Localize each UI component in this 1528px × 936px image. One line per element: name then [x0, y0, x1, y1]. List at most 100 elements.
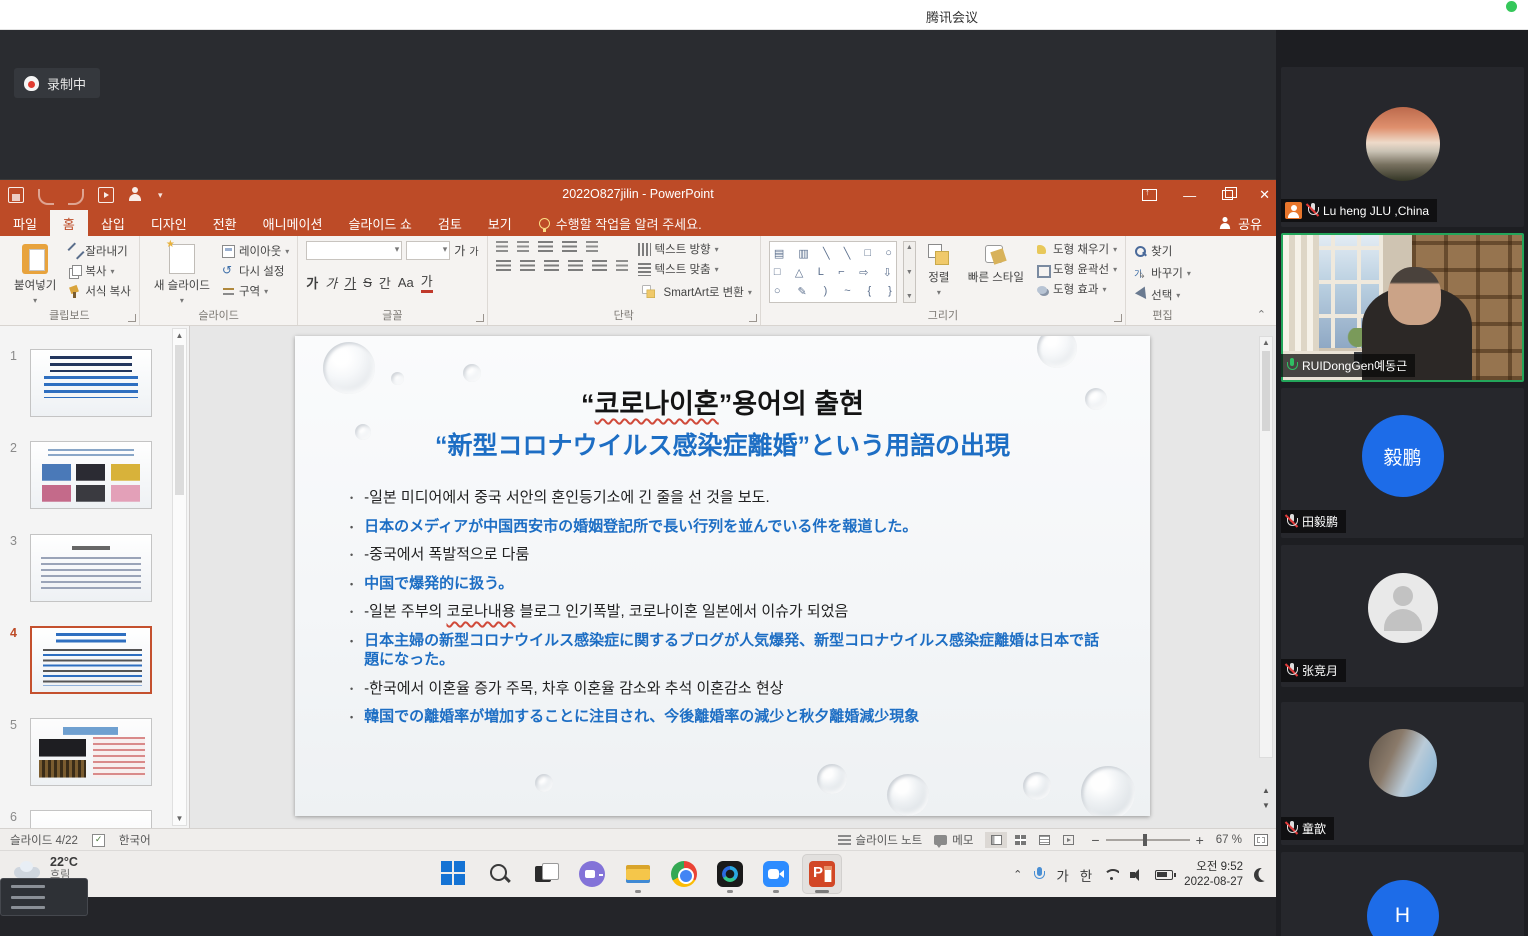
cut-button[interactable]: 잘라내기 [68, 243, 131, 259]
copy-button[interactable]: 복사 ▾ [68, 263, 131, 279]
char-spacing-button[interactable]: 간 [379, 273, 391, 292]
decrease-indent-icon[interactable] [538, 241, 553, 253]
fit-to-window-button[interactable] [1254, 834, 1268, 846]
columns-icon[interactable] [616, 260, 628, 272]
bold-button[interactable]: 가 [306, 273, 318, 292]
task-view-button[interactable] [526, 854, 566, 894]
font-size-combo[interactable] [406, 241, 450, 260]
zoom-slider-thumb[interactable] [1143, 834, 1147, 846]
align-text-button[interactable]: 텍스트 맞춤 ▾ [638, 261, 752, 277]
next-slide-button[interactable]: ▼ [1262, 801, 1270, 810]
slide-canvas[interactable]: “코로나이혼”용어의 출현 “新型コロナウイルス感染症離婚”という用語の出現 •… [295, 336, 1150, 816]
wifi-icon[interactable] [1103, 869, 1119, 881]
paragraph-dialog-launcher[interactable] [749, 314, 757, 322]
slide-sorter-view-button[interactable] [1009, 832, 1031, 848]
zoom-level[interactable]: 67 % [1216, 834, 1242, 846]
convert-smartart-button[interactable]: SmartArt로 변환 ▾ [638, 281, 752, 303]
align-center-icon[interactable] [520, 260, 535, 272]
paste-button[interactable]: 붙여넣기 ▾ [8, 241, 62, 308]
reset-button[interactable]: 다시 설정 [222, 263, 289, 279]
clipboard-dialog-launcher[interactable] [128, 314, 136, 322]
new-slide-button[interactable]: 새 슬라이드 ▾ [148, 241, 216, 308]
line-spacing-icon[interactable] [586, 241, 598, 253]
scrollbar-thumb[interactable] [1262, 351, 1270, 431]
tell-me-box[interactable]: 수행할 작업을 알려 주세요. [525, 214, 702, 233]
shapes-gallery[interactable]: ▤▥╲╲□○ □△L⌐⇨⇩ ○✎)~{} [769, 241, 897, 303]
proofing-icon[interactable] [92, 834, 105, 847]
zoom-slider[interactable] [1106, 839, 1190, 841]
justify-icon[interactable] [568, 260, 583, 272]
ribbon-display-options-button[interactable] [1142, 189, 1157, 201]
restore-button[interactable] [1222, 190, 1233, 200]
scroll-up-arrow[interactable]: ▲ [175, 331, 184, 340]
battery-icon[interactable] [1155, 870, 1173, 880]
scroll-down-arrow[interactable]: ▼ [175, 814, 184, 823]
increase-indent-icon[interactable] [562, 241, 577, 253]
arrange-button[interactable]: 정렬 ▾ [922, 241, 956, 300]
comments-toggle[interactable]: 메모 [934, 832, 973, 848]
powerpoint-taskbar-button[interactable] [802, 854, 842, 894]
ribbon-tab-2[interactable]: 삽입 [88, 210, 138, 236]
webex-button[interactable] [710, 854, 750, 894]
shape-outline-button[interactable]: 도형 윤곽선 ▾ [1036, 261, 1117, 277]
slide-thumbnail-6[interactable]: 6 [30, 810, 152, 828]
replace-button[interactable]: 바꾸기 ▾ [1134, 265, 1191, 281]
thumbnail-scrollbar[interactable]: ▲ ▼ [172, 328, 187, 826]
bullets-icon[interactable] [496, 241, 508, 253]
format-painter-button[interactable]: 서식 복사 [68, 283, 131, 299]
tencent-meeting-button[interactable] [756, 854, 796, 894]
change-case-button[interactable]: Aa [398, 275, 414, 290]
ribbon-tab-3[interactable]: 디자인 [138, 210, 200, 236]
notes-toggle[interactable]: 슬라이드 노트 [838, 832, 923, 848]
participant-tile-5[interactable]: 童歆 [1281, 702, 1524, 845]
slide-thumbnail-2[interactable]: 2 [30, 441, 152, 509]
section-button[interactable]: 구역 ▾ [222, 283, 289, 299]
shrink-font-button[interactable]: 가 [469, 243, 478, 258]
collapse-ribbon-chevron[interactable]: ⌃ [1257, 308, 1266, 321]
zoom-in-button[interactable]: + [1196, 832, 1204, 848]
participant-tile-1[interactable]: Lu heng JLU ,China [1281, 67, 1524, 227]
hidden-icons-chevron[interactable]: ⌃ [1013, 868, 1022, 881]
chat-button[interactable] [572, 854, 612, 894]
ime-key-a[interactable]: 가 [1056, 865, 1068, 885]
tray-microphone-icon[interactable] [1033, 867, 1045, 883]
slide-thumbnail-4[interactable]: 4 [30, 626, 152, 694]
speaker-icon[interactable] [1130, 869, 1144, 881]
font-name-combo[interactable] [306, 241, 402, 260]
font-dialog-launcher[interactable] [476, 314, 484, 322]
drawing-dialog-launcher[interactable] [1114, 314, 1122, 322]
language-indicator[interactable]: 한국어 [119, 832, 151, 848]
participant-tile-3[interactable]: 毅鹏田毅鹏 [1281, 388, 1524, 538]
slide-thumbnail-5[interactable]: 5 [30, 718, 152, 786]
ribbon-tab-7[interactable]: 검토 [425, 210, 475, 236]
clock[interactable]: 오전 9:52 2022-08-27 [1184, 860, 1243, 889]
minimize-button[interactable]: — [1183, 188, 1196, 203]
do-not-disturb-moon-icon[interactable] [1254, 868, 1268, 882]
font-color-button[interactable]: 가 [421, 271, 433, 293]
align-right-icon[interactable] [544, 260, 559, 272]
previous-slide-button[interactable]: ▲ [1262, 786, 1270, 795]
recording-badge[interactable]: 录制中 [14, 68, 100, 98]
shape-fill-button[interactable]: 도형 채우기 ▾ [1036, 241, 1117, 257]
participant-tile-6[interactable]: H [1281, 852, 1524, 936]
zoom-out-button[interactable]: − [1091, 832, 1099, 848]
shape-effects-button[interactable]: 도형 효과 ▾ [1036, 281, 1117, 297]
strikethrough-button[interactable]: S [363, 275, 372, 290]
numbering-icon[interactable] [517, 241, 529, 253]
grow-font-button[interactable]: 가 [454, 242, 465, 259]
find-button[interactable]: 찾기 [1134, 243, 1191, 259]
ribbon-tab-4[interactable]: 전환 [200, 210, 250, 236]
quick-styles-button[interactable]: 빠른 스타일 [962, 241, 1030, 288]
participant-tile-2[interactable]: RUIDongGen예동근 [1281, 233, 1524, 382]
normal-view-button[interactable] [985, 832, 1007, 848]
slide-thumbnail-1[interactable]: 1 [30, 349, 152, 417]
align-left-icon[interactable] [496, 260, 511, 272]
italic-button[interactable]: 가 [325, 273, 337, 292]
ribbon-tab-1[interactable]: 홈 [50, 210, 88, 236]
shapes-gallery-scrollbar[interactable]: ▲▼▼ [903, 241, 916, 303]
scrollbar-thumb[interactable] [175, 345, 184, 495]
ime-korean-indicator[interactable]: 한 [1080, 865, 1092, 885]
slide-scrollbar[interactable]: ▲ [1259, 336, 1273, 758]
ribbon-tab-6[interactable]: 슬라이드 쇼 [335, 210, 424, 236]
ribbon-tab-5[interactable]: 애니메이션 [250, 210, 336, 236]
